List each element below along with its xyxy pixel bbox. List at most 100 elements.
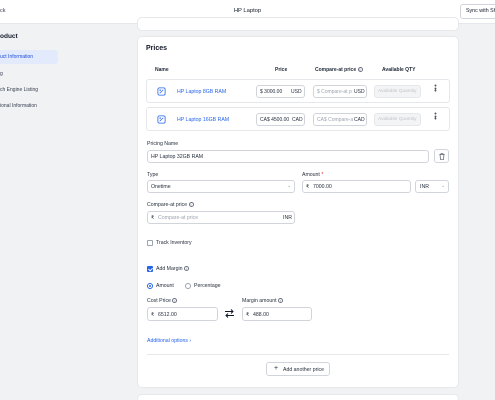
available-quantity-input[interactable]: Available Quantity xyxy=(374,85,421,98)
cost-price-label-text: Cost Price xyxy=(147,298,171,304)
info-icon: i xyxy=(188,202,194,208)
pricing-name-input[interactable]: HP Laptop 32GB RAM xyxy=(147,150,429,163)
price-tag-icon xyxy=(157,87,166,96)
price-row-name[interactable]: HP Laptop 8GB RAM xyxy=(177,89,226,95)
sidebar-item-label: g xyxy=(0,71,3,77)
available-quantity-placeholder: Available Quantity xyxy=(378,89,417,94)
compare-at-price-field-currency: INR xyxy=(283,215,292,221)
add-margin-label-text: Add Margin xyxy=(156,266,183,272)
compare-at-price-label: Compare-at price i xyxy=(147,202,194,208)
chevron-down-icon: ⌄ xyxy=(287,183,292,189)
price-currency: CAD xyxy=(292,117,303,123)
previous-card xyxy=(138,18,458,30)
info-icon: i xyxy=(183,266,189,272)
column-available-qty: Available QTY xyxy=(382,67,416,73)
sidebar-item-label: ional Information xyxy=(0,103,37,109)
add-another-price-label: Add another price xyxy=(283,367,324,373)
margin-amount-symbol: ₹ xyxy=(246,312,250,318)
available-quantity-placeholder: Available Quantity xyxy=(378,117,417,122)
swap-icon[interactable] xyxy=(224,308,235,319)
type-value: Onetime xyxy=(151,184,171,190)
info-icon: i xyxy=(278,298,284,304)
compare-at-price-currency: USD xyxy=(354,89,365,95)
margin-type-percentage-radio[interactable] xyxy=(185,283,191,289)
compare-at-price-placeholder: CA$ Compare-a xyxy=(317,117,353,123)
compare-at-price-label-text: Compare-at price xyxy=(147,202,188,208)
row-menu-button[interactable]: • • • xyxy=(434,111,437,123)
additional-options-link[interactable]: Additional options › xyxy=(147,338,191,344)
cost-price-input[interactable]: ₹ 6512.00 xyxy=(147,307,218,321)
margin-type-amount-label: Amount xyxy=(156,283,174,289)
price-row: HP Laptop 8GB RAM $ 3000.00 USD $ Compar… xyxy=(146,79,450,103)
amount-label-text: Amount xyxy=(302,172,320,178)
price-input[interactable]: $ 3000.00 USD xyxy=(256,85,305,98)
amount-input[interactable]: ₹ 7000.00 xyxy=(302,180,411,193)
type-label: Type xyxy=(147,172,159,178)
prices-card: Prices Name Price Compare-at price i Ava… xyxy=(138,37,458,387)
cost-price-symbol: ₹ xyxy=(151,312,155,318)
margin-type-amount-radio[interactable] xyxy=(147,283,153,289)
cost-price-label: Cost Price i xyxy=(147,298,178,304)
column-name: Name xyxy=(155,67,169,73)
chevron-down-icon: ⌄ xyxy=(441,183,446,189)
compare-at-price-symbol: ₹ xyxy=(151,215,155,221)
price-row: HP Laptop 16GB RAM CA$ 4500.00 CAD CA$ C… xyxy=(146,107,450,131)
margin-amount-label: Margin amount i xyxy=(242,298,284,304)
compare-at-price-input[interactable]: $ Compare-at p USD xyxy=(313,85,367,98)
available-quantity-input[interactable]: Available Quantity xyxy=(374,113,421,126)
price-row-name[interactable]: HP Laptop 16GB RAM xyxy=(177,117,229,123)
divider xyxy=(147,354,449,355)
sidebar-item-label: ch Engine Listing xyxy=(0,87,39,93)
type-select[interactable]: Onetime ⌄ xyxy=(147,180,295,193)
compare-at-price-field-placeholder: Compare-at price xyxy=(158,215,199,221)
compare-at-price-field[interactable]: ₹ Compare-at price INR xyxy=(147,211,295,224)
trash-icon xyxy=(439,153,445,160)
price-tag-icon xyxy=(157,115,166,124)
sidebar-item-search-engine-listing[interactable]: ch Engine Listing xyxy=(0,83,58,97)
row-menu-button[interactable]: • • • xyxy=(434,83,437,95)
column-compare-at-price: Compare-at price i xyxy=(315,67,363,73)
add-margin-checkbox[interactable] xyxy=(147,266,153,272)
info-icon: i xyxy=(357,67,363,73)
compare-at-price-placeholder: $ Compare-at p xyxy=(317,89,352,95)
pricing-name-value: HP Laptop 32GB RAM xyxy=(151,154,204,160)
cost-price-value: 6512.00 xyxy=(158,312,177,318)
prices-title: Prices xyxy=(146,45,168,52)
margin-amount-label-text: Margin amount xyxy=(242,298,277,304)
plus-icon: + xyxy=(274,365,279,372)
margin-amount-value: 488.00 xyxy=(253,312,269,318)
sidebar-heading: oduct xyxy=(0,33,18,40)
additional-options-label: Additional options xyxy=(147,338,188,344)
sidebar: oduct uct Information g ch Engine Listin… xyxy=(0,24,66,400)
column-price: Price xyxy=(275,67,288,73)
amount-currency-select[interactable]: INR ⌄ xyxy=(415,180,449,193)
price-value: $ 3000.00 xyxy=(260,89,283,95)
amount-label: Amount * xyxy=(302,172,323,178)
sidebar-item-additional-information[interactable]: ional Information xyxy=(0,99,58,113)
sync-button[interactable]: Sync with Sh xyxy=(460,4,495,19)
required-asterisk: * xyxy=(321,172,324,178)
compare-at-price-input[interactable]: CA$ Compare-a CAD xyxy=(313,113,367,126)
column-compare-label: Compare-at price xyxy=(315,67,357,73)
pricing-name-label: Pricing Name xyxy=(147,141,179,147)
amount-currency-value: INR xyxy=(420,184,429,190)
track-inventory-label: Track Inventory xyxy=(156,240,192,246)
margin-amount-input[interactable]: ₹ 488.00 xyxy=(242,307,312,321)
page-title: HP Laptop xyxy=(233,8,262,14)
sidebar-item-product-information[interactable]: uct Information xyxy=(0,50,58,64)
amount-symbol: ₹ xyxy=(306,184,310,190)
price-value: CA$ 4500.00 xyxy=(260,117,290,123)
next-card xyxy=(138,395,458,400)
margin-type-percentage-label: Percentage xyxy=(194,283,221,289)
price-currency: USD xyxy=(291,89,302,95)
track-inventory-checkbox[interactable] xyxy=(147,240,153,246)
sidebar-item-label: uct Information xyxy=(0,54,34,60)
amount-value: 7000.00 xyxy=(313,184,332,190)
sidebar-item-pricing[interactable]: g xyxy=(0,67,58,81)
delete-price-button[interactable] xyxy=(434,149,449,163)
add-margin-label: Add Margin i xyxy=(156,266,189,272)
price-input[interactable]: CA$ 4500.00 CAD xyxy=(256,113,305,126)
compare-at-price-currency: CAD xyxy=(354,117,365,123)
add-another-price-button[interactable]: + Add another price xyxy=(266,362,330,376)
chevron-right-icon: › xyxy=(189,338,192,344)
